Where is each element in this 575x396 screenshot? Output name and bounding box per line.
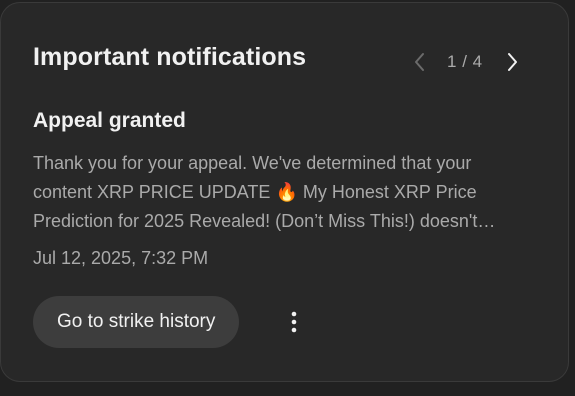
notification-pager: 1 / 4: [405, 47, 527, 77]
pager-separator: /: [456, 52, 473, 71]
pager-current: 1: [447, 52, 457, 71]
previous-notification-button[interactable]: [405, 47, 435, 77]
notification-title: Appeal granted: [33, 109, 186, 132]
notification-body: Thank you for your appeal. We've determi…: [33, 149, 533, 236]
notification-timestamp: Jul 12, 2025, 7:32 PM: [33, 248, 209, 268]
go-to-strike-history-button[interactable]: Go to strike history: [33, 296, 240, 348]
card-title: Important notifications: [33, 43, 307, 71]
pager-total: 4: [472, 52, 483, 71]
more-vertical-icon: [291, 311, 297, 333]
chevron-left-icon: [415, 53, 424, 71]
more-options-button[interactable]: [277, 305, 311, 339]
chevron-right-icon: [507, 53, 517, 71]
next-notification-button[interactable]: [497, 47, 527, 77]
fire-icon: 🔥: [275, 182, 298, 202]
notifications-card: Important notifications 1 / 4 Appeal gra…: [0, 2, 569, 382]
pager-count: 1 / 4: [447, 52, 483, 72]
